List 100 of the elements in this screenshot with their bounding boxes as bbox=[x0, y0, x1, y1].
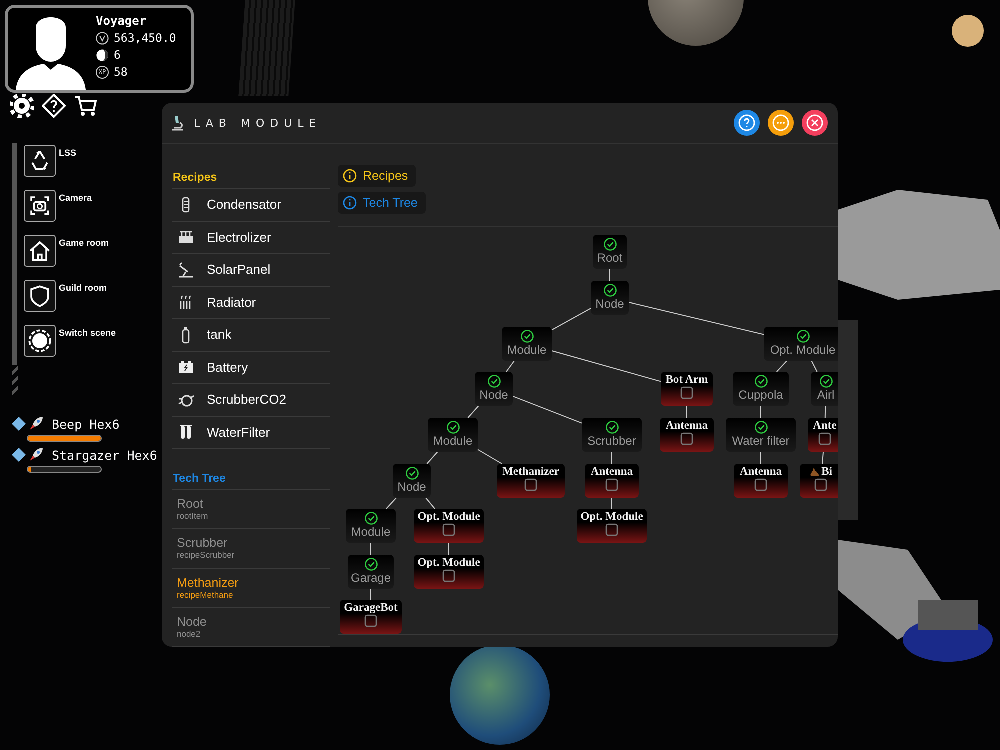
section-link[interactable]: Tech Tree bbox=[338, 192, 426, 214]
locked-node[interactable]: Ante bbox=[808, 418, 838, 452]
tech-list-item[interactable]: Node node2 bbox=[172, 608, 330, 647]
recipe-item[interactable]: Electrolizer bbox=[207, 230, 272, 245]
square-icon bbox=[364, 614, 378, 628]
connector-line bbox=[776, 360, 788, 372]
window-title: LAB MODULE bbox=[194, 116, 323, 130]
avatar-circle[interactable] bbox=[952, 15, 984, 47]
recipe-item[interactable]: ScrubberCO2 bbox=[207, 392, 286, 408]
connector-line bbox=[370, 588, 372, 600]
locked-node[interactable]: Opt. Module bbox=[414, 555, 484, 589]
unlocked-node[interactable]: Cuppola bbox=[733, 372, 789, 406]
locked-node[interactable]: Bi bbox=[800, 464, 838, 498]
unlocked-node[interactable]: Module bbox=[428, 418, 478, 452]
unlocked-node[interactable]: Garage bbox=[348, 555, 394, 589]
microscope-icon bbox=[170, 115, 184, 131]
menu-label[interactable]: LSS bbox=[59, 148, 77, 158]
unlocked-node[interactable]: Module bbox=[502, 327, 552, 361]
menu-label[interactable]: Game room bbox=[59, 238, 110, 248]
check-circle-icon bbox=[796, 330, 810, 343]
credits-value: 563,450.0 bbox=[114, 31, 176, 45]
recipe-item[interactable]: SolarPanel bbox=[207, 262, 271, 278]
section-heading: Recipes bbox=[172, 168, 330, 189]
connector-line bbox=[822, 452, 824, 464]
test-tubes-icon bbox=[177, 423, 195, 442]
connector-line bbox=[686, 406, 688, 418]
rocket-icon bbox=[28, 447, 44, 463]
connector-line bbox=[760, 452, 762, 464]
square-icon bbox=[814, 478, 828, 492]
ship-name[interactable]: Beep Hex6 bbox=[52, 416, 120, 432]
recipe-item[interactable]: WaterFilter bbox=[207, 424, 270, 440]
connector-line bbox=[811, 360, 818, 372]
check-circle-icon bbox=[604, 238, 616, 251]
help-icon[interactable] bbox=[42, 94, 66, 118]
ship-name[interactable]: Stargazer Hex6 bbox=[52, 448, 158, 462]
check-circle-icon bbox=[606, 421, 618, 434]
shield-icon[interactable] bbox=[24, 280, 56, 312]
unlocked-node[interactable]: Scrubber bbox=[582, 418, 642, 452]
unlocked-node[interactable]: Root bbox=[593, 235, 627, 269]
check-circle-icon bbox=[754, 375, 768, 388]
connector-line bbox=[468, 406, 480, 418]
check-circle-icon bbox=[604, 284, 616, 297]
square-icon bbox=[754, 478, 768, 492]
connector-line bbox=[426, 452, 438, 464]
unlocked-node[interactable]: Node bbox=[475, 372, 513, 406]
connector-line bbox=[425, 498, 436, 510]
menu-label[interactable]: Camera bbox=[59, 193, 92, 203]
help-button[interactable] bbox=[734, 110, 760, 136]
unlocked-node[interactable]: Opt. Module bbox=[764, 327, 838, 361]
tech-list-item[interactable]: Methanizer recipeMethane bbox=[172, 568, 330, 608]
unlocked-node[interactable]: Module bbox=[346, 509, 396, 543]
unlocked-node[interactable]: Airl bbox=[811, 372, 838, 406]
recipe-item[interactable]: Radiator bbox=[207, 294, 256, 310]
menu-label[interactable]: Guild room bbox=[59, 283, 107, 293]
square-icon bbox=[524, 478, 538, 492]
unlocked-node[interactable]: Node bbox=[591, 281, 629, 315]
locked-node[interactable]: GarageBot bbox=[340, 600, 402, 634]
locked-node[interactable]: Bot Arm bbox=[661, 372, 713, 406]
unlocked-node[interactable]: Water filter bbox=[726, 418, 796, 452]
locked-node[interactable]: Methanizer bbox=[497, 464, 565, 498]
recipe-item[interactable]: tank bbox=[207, 327, 232, 342]
connector-line bbox=[448, 542, 450, 556]
connector-line bbox=[760, 406, 762, 418]
unlocked-node[interactable]: Node bbox=[393, 464, 431, 498]
camera-icon[interactable] bbox=[24, 190, 56, 222]
connector-line bbox=[824, 406, 826, 418]
section-link[interactable]: Recipes bbox=[338, 165, 416, 187]
tech-list-item[interactable]: Root rootItem bbox=[172, 490, 330, 530]
locked-node[interactable]: Antenna bbox=[585, 464, 639, 498]
cart-icon[interactable] bbox=[74, 94, 98, 118]
solar-panel-icon bbox=[177, 260, 195, 279]
locked-node[interactable]: Opt. Module bbox=[414, 509, 484, 543]
more-button[interactable] bbox=[768, 110, 794, 136]
square-icon bbox=[605, 478, 619, 492]
connector-line bbox=[370, 542, 372, 556]
check-circle-icon bbox=[488, 375, 500, 388]
locked-node[interactable]: Antenna bbox=[660, 418, 714, 452]
square-icon bbox=[680, 386, 694, 400]
check-circle-icon bbox=[820, 375, 832, 388]
recipe-item[interactable]: Condensator bbox=[207, 197, 282, 212]
moons-value: 6 bbox=[114, 48, 121, 62]
connector-line bbox=[386, 498, 397, 510]
close-button[interactable] bbox=[802, 110, 828, 136]
connector-line bbox=[512, 396, 582, 424]
check-circle-icon bbox=[520, 330, 534, 343]
diamond-icon bbox=[12, 448, 26, 462]
tech-list-item[interactable]: Scrubber recipeScrubber bbox=[172, 529, 330, 569]
pile-icon bbox=[810, 467, 820, 477]
settings-icon[interactable] bbox=[10, 94, 34, 118]
section-heading: Tech Tree bbox=[172, 469, 330, 490]
house-icon[interactable] bbox=[24, 235, 56, 267]
square-icon bbox=[605, 523, 619, 537]
locked-node[interactable]: Antenna bbox=[734, 464, 788, 498]
moon-phase-icon bbox=[96, 48, 109, 62]
locked-node[interactable]: Opt. Module bbox=[577, 509, 647, 543]
connector-line bbox=[506, 360, 516, 372]
menu-label[interactable]: Switch scene bbox=[59, 328, 116, 338]
recipe-item[interactable]: Battery bbox=[207, 360, 248, 375]
square-icon bbox=[680, 432, 694, 446]
connector-line bbox=[478, 449, 503, 464]
